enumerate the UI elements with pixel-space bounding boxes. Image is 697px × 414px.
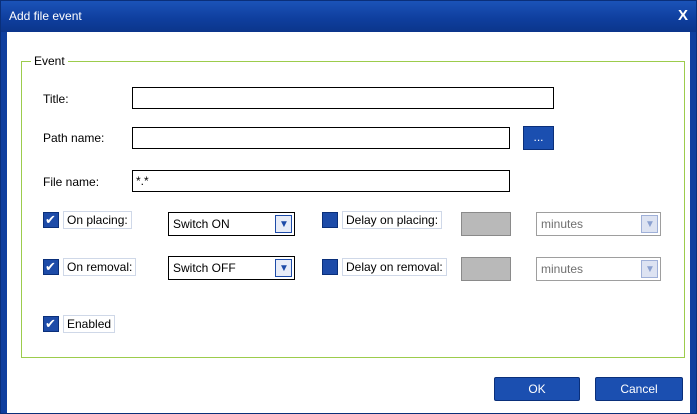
chevron-down-icon[interactable]: ▼ — [275, 215, 292, 233]
chevron-down-icon[interactable]: ▼ — [641, 215, 658, 233]
add-file-event-dialog: Add file event X Event Title: Path name:… — [0, 0, 697, 414]
on-removal-label[interactable]: On removal: — [63, 258, 137, 276]
delay-on-removal-unit-select[interactable]: minutes ▼ — [536, 257, 661, 281]
delay-on-placing-unit-select[interactable]: minutes ▼ — [536, 212, 661, 236]
on-removal-checkbox[interactable]: ✔ — [43, 259, 59, 275]
window-border-right — [690, 32, 696, 413]
title-label: Title: — [43, 92, 69, 106]
enabled-checkbox[interactable]: ✔ — [43, 316, 59, 332]
ok-button[interactable]: OK — [494, 377, 580, 401]
delay-on-removal-label[interactable]: Delay on removal: — [342, 258, 447, 276]
chevron-down-icon[interactable]: ▼ — [641, 260, 658, 278]
file-name-label: File name: — [43, 175, 100, 189]
enabled-label[interactable]: Enabled — [63, 315, 116, 333]
on-placing-label[interactable]: On placing: — [63, 211, 132, 229]
path-name-label: Path name: — [43, 131, 105, 145]
delay-on-removal-checkbox[interactable] — [322, 259, 338, 275]
delay-on-removal-value[interactable] — [461, 257, 511, 281]
chevron-down-icon[interactable]: ▼ — [275, 259, 292, 277]
on-removal-action-value: Switch OFF — [173, 261, 236, 275]
on-placing-checkbox[interactable]: ✔ — [43, 212, 59, 228]
window-title: Add file event — [9, 9, 82, 23]
on-placing-action-select[interactable]: Switch ON ▼ — [168, 212, 295, 236]
title-bar[interactable]: Add file event X — [1, 1, 696, 32]
close-icon[interactable]: X — [674, 7, 692, 25]
on-placing-action-value: Switch ON — [173, 217, 230, 231]
on-removal-action-select[interactable]: Switch OFF ▼ — [168, 256, 295, 280]
delay-on-placing-unit-value: minutes — [541, 217, 584, 231]
window-border-left — [1, 32, 7, 413]
file-name-input[interactable] — [132, 170, 510, 192]
check-icon: ✔ — [45, 316, 56, 331]
delay-on-placing-label[interactable]: Delay on placing: — [342, 211, 443, 229]
event-group-legend: Event — [31, 54, 68, 68]
delay-on-placing-value[interactable] — [461, 212, 511, 236]
delay-on-placing-checkbox[interactable] — [322, 212, 338, 228]
delay-on-removal-unit-value: minutes — [541, 262, 584, 276]
cancel-button[interactable]: Cancel — [595, 377, 683, 401]
browse-button[interactable]: ... — [523, 126, 554, 150]
check-icon: ✔ — [45, 212, 56, 227]
title-input[interactable] — [132, 87, 554, 109]
check-icon: ✔ — [45, 259, 56, 274]
path-name-input[interactable] — [132, 127, 510, 149]
